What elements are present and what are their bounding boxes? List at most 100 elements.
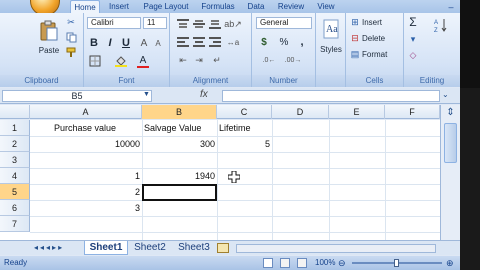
comma-button[interactable]: , xyxy=(296,36,308,48)
format-cells-button[interactable]: Format xyxy=(362,48,396,60)
column-header-b[interactable]: B xyxy=(142,105,217,119)
vertical-scrollbar[interactable]: ⇕ xyxy=(440,105,460,240)
tab-view[interactable]: View xyxy=(314,0,338,13)
increase-decimal-icon[interactable]: .0← xyxy=(260,54,278,66)
autosum-button[interactable]: Σ xyxy=(406,15,420,29)
row-header-1[interactable]: 1 xyxy=(0,120,30,136)
wrap-text-icon[interactable]: ↵ xyxy=(210,54,224,66)
row-header-4[interactable]: 4 xyxy=(0,168,30,184)
insert-function-icon[interactable]: fx xyxy=(200,89,208,100)
underline-button[interactable]: U xyxy=(120,37,132,49)
align-bottom-icon[interactable] xyxy=(208,18,222,30)
column-header-d[interactable]: D xyxy=(272,105,329,119)
tab-review[interactable]: Review xyxy=(274,0,308,13)
tab-data[interactable]: Data xyxy=(243,0,269,13)
page-break-view-icon[interactable] xyxy=(297,258,307,268)
cell-a2[interactable]: 10000 xyxy=(30,136,140,152)
page-layout-view-icon[interactable] xyxy=(280,258,290,268)
row-header-2[interactable]: 2 xyxy=(0,136,30,152)
grow-font-icon[interactable]: A xyxy=(138,37,150,49)
align-middle-icon[interactable] xyxy=(192,18,206,30)
decrease-decimal-icon[interactable]: .00→ xyxy=(284,54,302,66)
italic-button[interactable]: I xyxy=(104,37,116,49)
cell-b4[interactable]: 1940 xyxy=(142,168,215,184)
decrease-indent-icon[interactable]: ⇤ xyxy=(176,54,190,66)
styles-icon[interactable]: Aa xyxy=(322,17,340,41)
cell-a1[interactable]: Purchase value xyxy=(54,120,116,136)
tab-page-layout[interactable]: Page Layout xyxy=(138,0,194,13)
cell-a5[interactable]: 2 xyxy=(30,184,140,200)
clear-icon[interactable]: ◇ xyxy=(406,49,420,61)
merge-center-icon[interactable]: ↔a xyxy=(226,36,240,48)
sheet-nav-arrows-icon[interactable]: ◂◂◂▸▸ xyxy=(34,243,64,252)
row-header-7[interactable]: 7 xyxy=(0,216,30,232)
percent-button[interactable]: % xyxy=(278,36,290,48)
column-header-f[interactable]: F xyxy=(385,105,440,119)
zoom-out-icon[interactable]: ⊖ xyxy=(338,256,346,270)
font-name-dropdown[interactable]: Calibri xyxy=(87,17,141,29)
sheet-tab-sheet2[interactable]: Sheet2 xyxy=(130,241,170,255)
expand-formula-bar-icon[interactable]: ⌄ xyxy=(442,90,452,102)
worksheet-grid[interactable]: 1 2 3 4 5 6 7 Purchase value Salvage Val… xyxy=(0,120,440,240)
insert-cells-button[interactable]: Insert xyxy=(362,16,392,28)
minimize-ribbon-icon[interactable]: – xyxy=(446,1,456,12)
bold-button[interactable]: B xyxy=(88,37,100,49)
delete-cells-icon[interactable]: ⊟ xyxy=(350,32,360,44)
sheet-tab-sheet1[interactable]: Sheet1 xyxy=(84,241,128,255)
formula-input[interactable] xyxy=(222,90,440,102)
insert-sheet-icon[interactable] xyxy=(217,243,229,253)
tab-home[interactable]: Home xyxy=(70,0,100,13)
column-header-c[interactable]: C xyxy=(217,105,272,119)
select-all-corner[interactable] xyxy=(0,105,30,119)
cell-b1[interactable]: Salvage Value xyxy=(144,120,201,136)
fill-color-icon[interactable] xyxy=(114,55,128,67)
font-color-icon[interactable]: A xyxy=(136,54,150,68)
format-painter-icon[interactable] xyxy=(64,46,78,58)
delete-cells-button[interactable]: Delete xyxy=(362,32,396,44)
paste-button[interactable]: Paste xyxy=(34,44,64,56)
cell-b2[interactable]: 300 xyxy=(142,136,215,152)
row-header-5[interactable]: 5 xyxy=(0,184,30,200)
horizontal-scrollbar[interactable] xyxy=(236,244,436,253)
cut-icon[interactable]: ✂ xyxy=(64,16,78,28)
cell-c2[interactable]: 5 xyxy=(217,136,270,152)
zoom-level[interactable]: 100% xyxy=(315,256,335,270)
format-cells-icon[interactable]: ▤ xyxy=(350,48,360,60)
row-header-6[interactable]: 6 xyxy=(0,200,30,216)
row-header-3[interactable]: 3 xyxy=(0,152,30,168)
tab-formulas[interactable]: Formulas xyxy=(198,0,238,13)
increase-indent-icon[interactable]: ⇥ xyxy=(192,54,206,66)
shrink-font-icon[interactable]: A xyxy=(152,38,164,49)
zoom-in-icon[interactable]: ⊕ xyxy=(446,256,454,270)
column-header-e[interactable]: E xyxy=(329,105,385,119)
fill-icon[interactable]: ▾ xyxy=(406,33,420,45)
font-group: Calibri 11 B I U A A A Font xyxy=(84,13,170,87)
borders-icon[interactable] xyxy=(88,55,102,67)
currency-button[interactable]: $ xyxy=(258,36,270,48)
name-box[interactable]: B5 xyxy=(2,90,152,102)
font-size-dropdown[interactable]: 11 xyxy=(143,17,167,29)
scroll-up-icon[interactable]: ⇕ xyxy=(443,107,458,119)
copy-icon[interactable] xyxy=(64,31,78,43)
cell-c1[interactable]: Lifetime xyxy=(219,120,251,136)
align-top-icon[interactable] xyxy=(176,18,190,30)
scroll-thumb[interactable] xyxy=(444,123,457,163)
align-center-icon[interactable] xyxy=(192,36,206,48)
zoom-slider-thumb[interactable] xyxy=(394,259,399,267)
styles-button[interactable]: Styles xyxy=(316,43,346,55)
column-header-a[interactable]: A xyxy=(30,105,142,119)
orientation-icon[interactable]: ab↗ xyxy=(224,18,242,30)
active-cell-b5[interactable] xyxy=(142,184,217,201)
cell-a4[interactable]: 1 xyxy=(30,168,140,184)
paste-icon[interactable] xyxy=(38,19,60,43)
normal-view-icon[interactable] xyxy=(263,258,273,268)
name-box-dropdown-icon[interactable]: ▼ xyxy=(143,91,150,98)
number-format-dropdown[interactable]: General xyxy=(256,17,312,29)
align-left-icon[interactable] xyxy=(176,36,190,48)
align-right-icon[interactable] xyxy=(208,36,222,48)
sheet-tab-sheet3[interactable]: Sheet3 xyxy=(174,241,214,255)
cell-a6[interactable]: 3 xyxy=(30,200,140,216)
tab-insert[interactable]: Insert xyxy=(104,0,134,13)
insert-cells-icon[interactable]: ⊞ xyxy=(350,16,360,28)
sort-filter-icon[interactable]: AZ xyxy=(432,15,452,35)
